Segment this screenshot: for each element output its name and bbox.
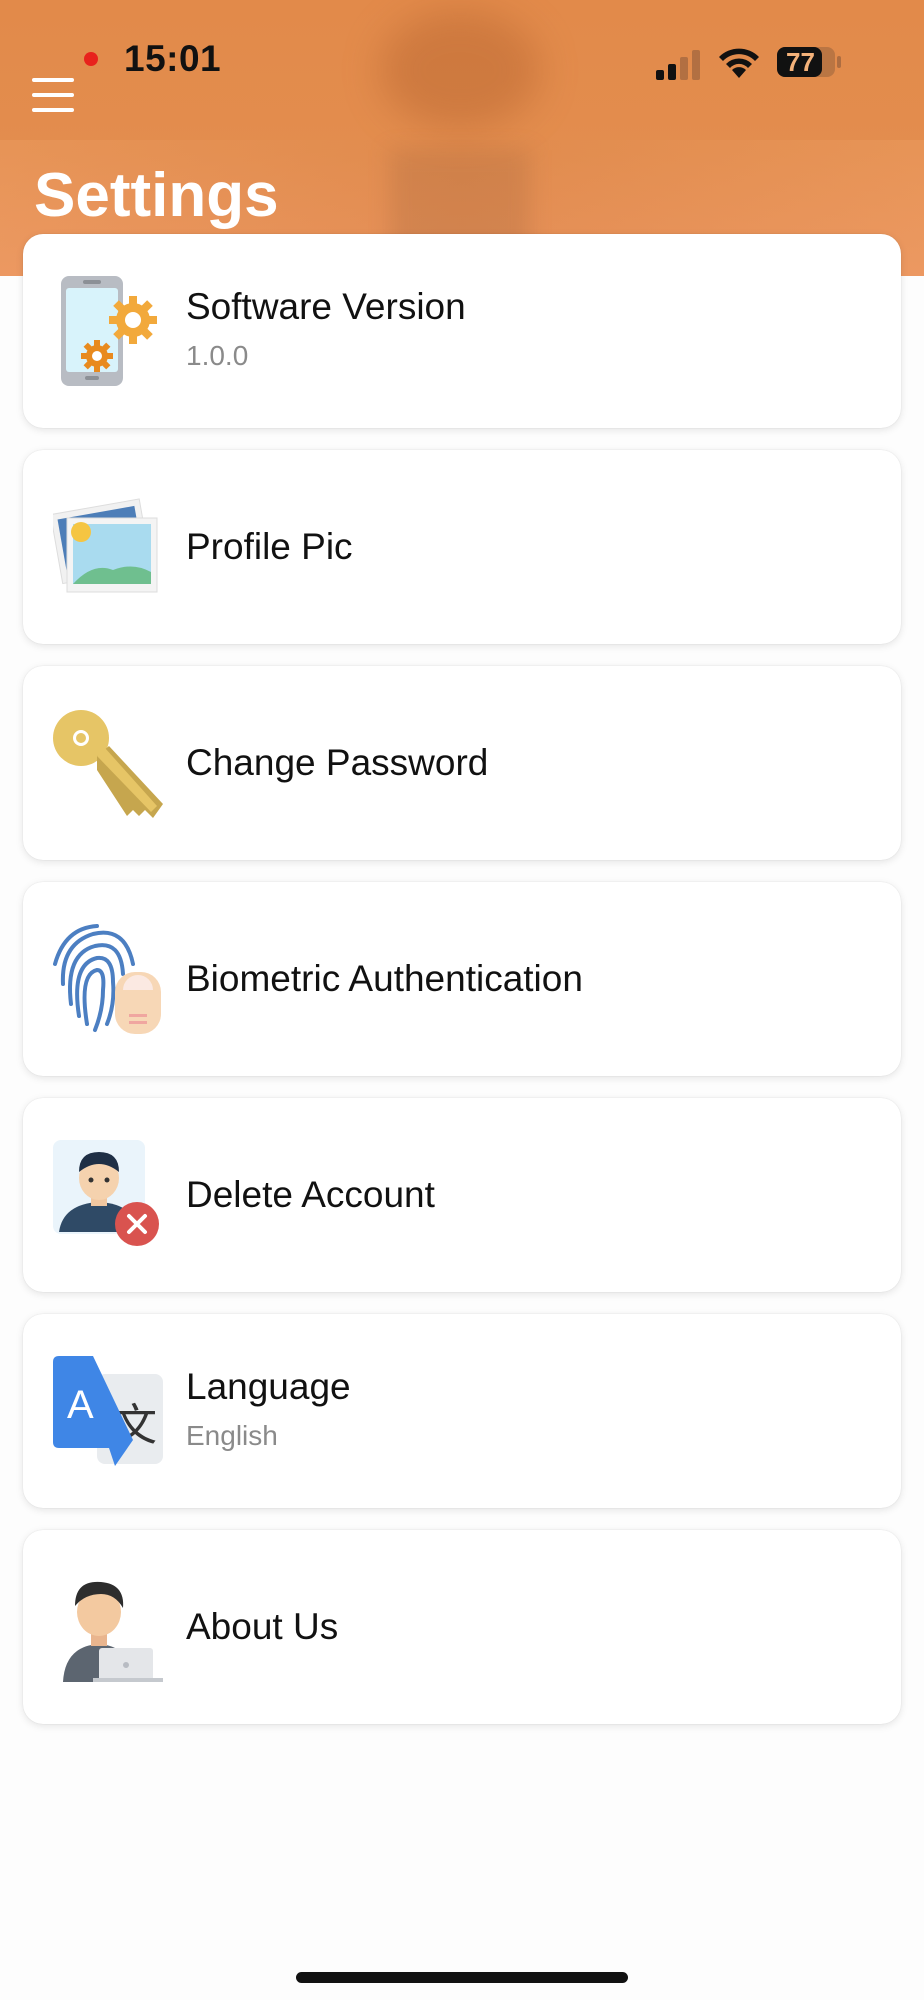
biometric-authentication-label: Biometric Authentication: [186, 958, 583, 999]
phone-settings-icon: [61, 276, 157, 386]
biometric-authentication-item[interactable]: Biometric Authentication: [23, 882, 901, 1076]
delete-account-item[interactable]: Delete Account: [23, 1098, 901, 1292]
battery-icon: 77: [776, 46, 842, 78]
delete-account-label: Delete Account: [186, 1174, 435, 1215]
language-item[interactable]: 文 A Language English: [23, 1314, 901, 1508]
cellular-signal-icon: [656, 50, 700, 80]
svg-text:A: A: [67, 1383, 94, 1427]
photo-icon: [53, 498, 158, 593]
menu-icon[interactable]: [32, 78, 76, 114]
delete-user-icon: [53, 1140, 159, 1246]
software-version-item[interactable]: Software Version 1.0.0: [23, 234, 901, 428]
battery-level: 77: [786, 47, 815, 77]
home-indicator[interactable]: [296, 1972, 628, 1983]
page-title: Settings: [34, 161, 279, 230]
recording-indicator-icon: [84, 52, 98, 66]
key-icon: [53, 710, 163, 818]
about-us-item[interactable]: About Us: [23, 1530, 901, 1724]
translate-icon: 文 A: [53, 1356, 163, 1466]
software-version-value: 1.0.0: [186, 340, 249, 371]
status-bar: 15:01 77: [0, 38, 924, 88]
fingerprint-icon: [53, 924, 161, 1034]
language-label: Language: [186, 1366, 351, 1407]
language-value: English: [186, 1420, 278, 1451]
person-laptop-icon: [63, 1581, 163, 1682]
profile-pic-label: Profile Pic: [186, 526, 353, 567]
status-time: 15:01: [124, 38, 222, 79]
profile-pic-item[interactable]: Profile Pic: [23, 450, 901, 644]
change-password-label: Change Password: [186, 742, 489, 783]
change-password-item[interactable]: Change Password: [23, 666, 901, 860]
software-version-label: Software Version: [186, 286, 466, 327]
wifi-icon: [719, 48, 759, 78]
about-us-label: About Us: [186, 1606, 339, 1647]
